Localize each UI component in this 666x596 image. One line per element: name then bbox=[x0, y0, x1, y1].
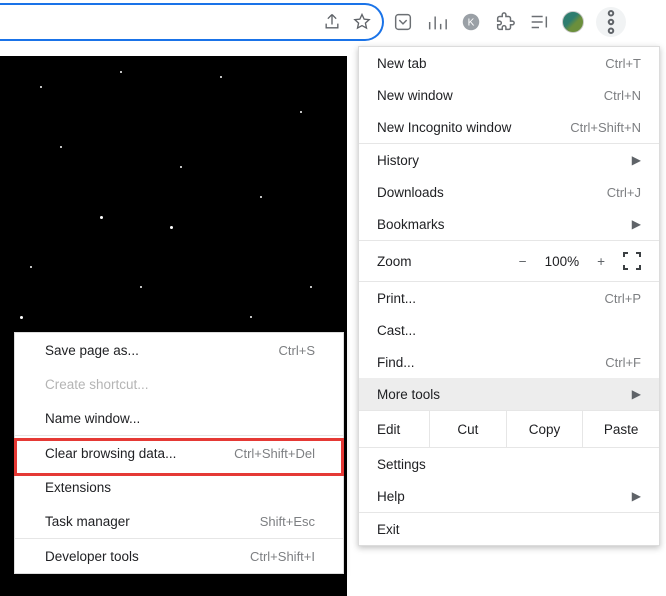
reading-list-icon[interactable] bbox=[528, 11, 550, 33]
browser-menu-button[interactable] bbox=[596, 7, 626, 37]
menu-new-window[interactable]: New windowCtrl+N bbox=[359, 79, 659, 111]
more-tools-submenu: Save page as...Ctrl+S Create shortcut...… bbox=[14, 332, 344, 574]
zoom-in-button[interactable]: + bbox=[597, 254, 605, 269]
extensions-puzzle-icon[interactable] bbox=[494, 11, 516, 33]
menu-history[interactable]: History▶ bbox=[359, 144, 659, 176]
submenu-arrow-icon: ▶ bbox=[632, 489, 641, 503]
menu-settings[interactable]: Settings bbox=[359, 448, 659, 480]
menu-print[interactable]: Print...Ctrl+P bbox=[359, 282, 659, 314]
browser-main-menu: New tabCtrl+T New windowCtrl+N New Incog… bbox=[358, 46, 660, 546]
menu-new-incognito[interactable]: New Incognito windowCtrl+Shift+N bbox=[359, 111, 659, 143]
submenu-task-manager[interactable]: Task managerShift+Esc bbox=[15, 504, 343, 538]
submenu-arrow-icon: ▶ bbox=[632, 387, 641, 401]
edit-cut-button[interactable]: Cut bbox=[429, 411, 506, 447]
submenu-clear-browsing-data[interactable]: Clear browsing data...Ctrl+Shift+Del bbox=[15, 436, 343, 470]
menu-edit-row: Edit Cut Copy Paste bbox=[359, 411, 659, 447]
menu-find[interactable]: Find...Ctrl+F bbox=[359, 346, 659, 378]
extension-pocket-icon[interactable] bbox=[392, 11, 414, 33]
zoom-level: 100% bbox=[545, 254, 580, 269]
submenu-name-window[interactable]: Name window... bbox=[15, 401, 343, 435]
svg-text:K: K bbox=[468, 18, 475, 29]
profile-avatar[interactable] bbox=[562, 11, 584, 33]
menu-exit[interactable]: Exit bbox=[359, 513, 659, 545]
extension-k-icon[interactable]: K bbox=[460, 11, 482, 33]
menu-bookmarks[interactable]: Bookmarks▶ bbox=[359, 208, 659, 240]
share-icon[interactable] bbox=[322, 12, 342, 32]
submenu-create-shortcut: Create shortcut... bbox=[15, 367, 343, 401]
menu-more-tools[interactable]: More tools▶ bbox=[359, 378, 659, 410]
menu-zoom: Zoom − 100% + bbox=[359, 241, 659, 281]
browser-toolbar: K bbox=[384, 0, 634, 44]
menu-cast[interactable]: Cast... bbox=[359, 314, 659, 346]
zoom-out-button[interactable]: − bbox=[519, 254, 527, 269]
submenu-arrow-icon: ▶ bbox=[632, 217, 641, 231]
menu-help[interactable]: Help▶ bbox=[359, 480, 659, 512]
submenu-extensions[interactable]: Extensions bbox=[15, 470, 343, 504]
bookmark-star-icon[interactable] bbox=[352, 12, 372, 32]
omnibox[interactable] bbox=[0, 3, 384, 41]
menu-downloads[interactable]: DownloadsCtrl+J bbox=[359, 176, 659, 208]
omnibox-container bbox=[0, 0, 384, 44]
submenu-arrow-icon: ▶ bbox=[632, 153, 641, 167]
submenu-developer-tools[interactable]: Developer toolsCtrl+Shift+I bbox=[15, 539, 343, 573]
menu-new-tab[interactable]: New tabCtrl+T bbox=[359, 47, 659, 79]
extension-analytics-icon[interactable] bbox=[426, 11, 448, 33]
edit-paste-button[interactable]: Paste bbox=[582, 411, 659, 447]
edit-copy-button[interactable]: Copy bbox=[506, 411, 583, 447]
submenu-save-page[interactable]: Save page as...Ctrl+S bbox=[15, 333, 343, 367]
fullscreen-icon[interactable] bbox=[623, 252, 641, 270]
